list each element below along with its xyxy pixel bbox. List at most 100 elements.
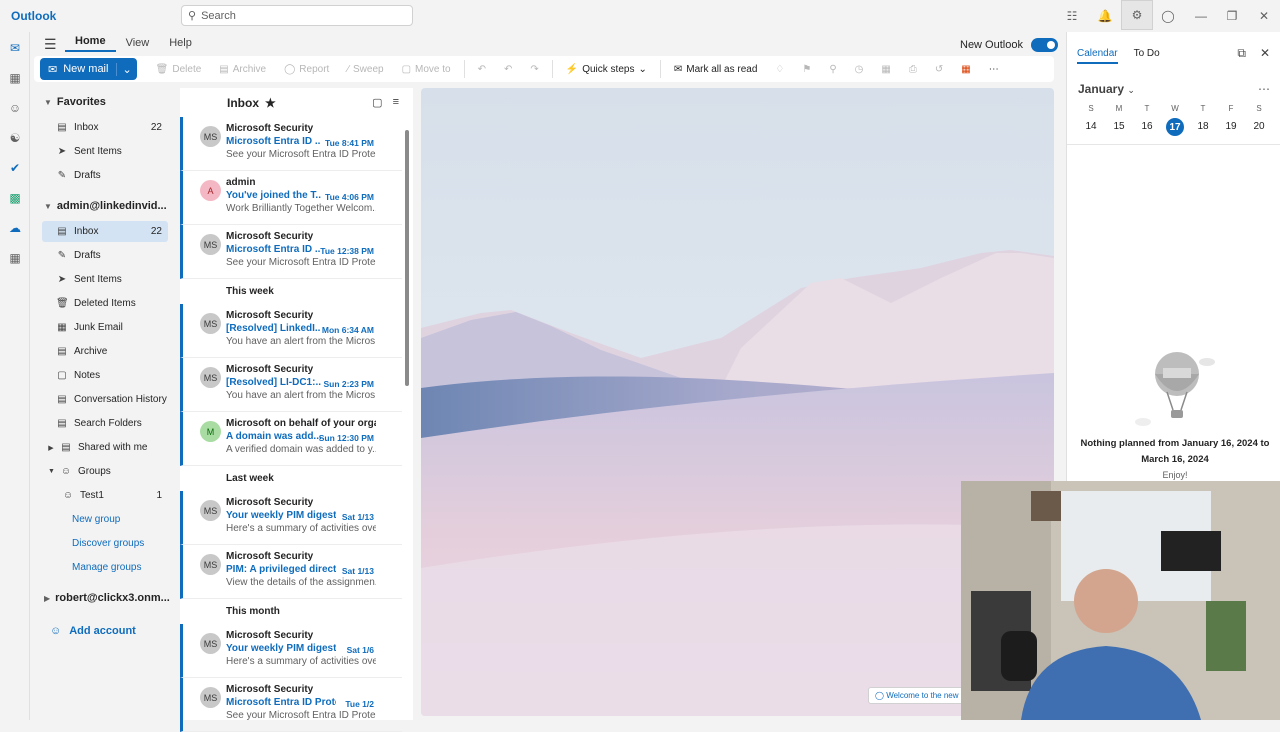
todo-icon[interactable]: ✔ [6, 159, 24, 177]
report-button[interactable]: ◯ Report [275, 64, 338, 75]
bookings-icon[interactable]: ▩ [6, 189, 24, 207]
forward-button[interactable]: ↷ [521, 64, 547, 75]
message-item[interactable]: MS Microsoft Security PIM: A privileged … [180, 545, 402, 599]
mail-icon[interactable]: ✉ [6, 39, 24, 57]
desert-background-image [421, 88, 1054, 716]
tag-button[interactable]: ♢ [766, 64, 793, 75]
restore-icon[interactable]: ❐ [1222, 6, 1242, 26]
message-item[interactable]: MS Microsoft Security Microsoft Entra ID… [180, 225, 402, 279]
pin-button[interactable]: ⚲ [820, 64, 845, 75]
star-icon[interactable]: ★ [265, 96, 276, 110]
delete-button[interactable]: 🗑 Delete [147, 64, 211, 75]
lightbulb-icon[interactable]: ◯ [1158, 6, 1178, 26]
rules-button[interactable]: ▦ [872, 64, 899, 75]
apps-button[interactable]: ▦ [952, 64, 979, 75]
pop-out-icon[interactable]: ⧉ [1237, 46, 1246, 61]
archive-button[interactable]: ▤ Archive [210, 64, 275, 75]
filter-icon[interactable]: ≡ [393, 96, 399, 109]
folder-inbox[interactable]: ▤ Inbox 22 [42, 221, 168, 242]
sweep-button[interactable]: ∕ Sweep [338, 64, 392, 75]
minimize-icon[interactable]: — [1191, 6, 1211, 26]
tab-home[interactable]: Home [65, 35, 116, 52]
manage-groups-link[interactable]: Manage groups [42, 557, 168, 578]
favorites-header[interactable]: ▼ Favorites [44, 96, 106, 108]
hamburger-icon[interactable]: ☰ [44, 36, 57, 53]
reply-all-button[interactable]: ↶ [495, 64, 521, 75]
apps-icon[interactable]: ▦ [6, 249, 24, 267]
undo-button[interactable]: ↺ [926, 64, 952, 75]
month-selector[interactable]: January ⌄ [1078, 82, 1135, 96]
date-cell[interactable]: 19 [1217, 121, 1245, 136]
date-cell[interactable]: 18 [1189, 121, 1217, 136]
discover-groups-link[interactable]: Discover groups [42, 533, 168, 554]
chevron-down-icon[interactable]: ⌄ [117, 63, 136, 76]
bell-icon[interactable]: 🔔 [1095, 6, 1115, 26]
group-test1[interactable]: ☺ Test1 1 [42, 485, 168, 506]
gear-icon[interactable]: ⚙ [1121, 0, 1153, 30]
my-day-icon[interactable]: ☷ [1062, 6, 1082, 26]
account-header[interactable]: ▼ admin@linkedinvid... [44, 200, 167, 212]
onedrive-icon[interactable]: ☁ [6, 219, 24, 237]
move-to-button[interactable]: ▢ Move to [393, 64, 460, 75]
message-item[interactable]: MS Microsoft Security Your weekly PIM di… [180, 624, 402, 678]
select-icon[interactable]: ▢ [372, 96, 382, 109]
folder-conversation-history[interactable]: ▤ Conversation History [42, 389, 168, 410]
message-item[interactable]: MS Microsoft Security Microsoft Entra ID… [180, 678, 402, 732]
fav-drafts[interactable]: ✎ Drafts [42, 165, 168, 186]
message-item[interactable]: A admin You've joined the T... Tue 4:06 … [180, 171, 402, 225]
print-button[interactable]: ⎙ [900, 64, 926, 75]
message-list-scrollbar[interactable] [405, 130, 409, 386]
date-cell[interactable]: 20 [1245, 121, 1273, 136]
folder-shared-with-me[interactable]: ▶ ▤ Shared with me [42, 437, 168, 458]
tab-todo[interactable]: To Do [1134, 48, 1160, 64]
fav-sent-items[interactable]: ➤ Sent Items [42, 141, 168, 162]
close-icon[interactable]: ✕ [1254, 6, 1274, 26]
more-button[interactable]: ⋯ [980, 64, 1008, 75]
folder-junk-email[interactable]: ▦ Junk Email [42, 317, 168, 338]
weekday-label: S [1088, 104, 1094, 113]
folder-sent-items[interactable]: ➤ Sent Items [42, 269, 168, 290]
date-cell[interactable]: 15 [1105, 121, 1133, 136]
search-box[interactable]: ⚲ Search [181, 5, 413, 26]
groups-icon[interactable]: ☯ [6, 129, 24, 147]
date-cell[interactable]: 14 [1077, 121, 1105, 136]
preview: Work Brilliantly Together Welcom... [226, 203, 376, 214]
message-item[interactable]: MS Microsoft Security [Resolved] LinkedI… [180, 304, 402, 358]
weekday-label: F [1228, 104, 1234, 113]
mark-all-read-button[interactable]: ✉ Mark all as read [665, 64, 767, 75]
folder-deleted-items[interactable]: 🗑 Deleted Items [42, 293, 168, 314]
more-icon[interactable]: ⋯ [1258, 82, 1270, 96]
message-item[interactable]: M Microsoft on behalf of your orga... A … [180, 412, 402, 466]
calendar-icon[interactable]: ▦ [6, 69, 24, 87]
toggle-switch[interactable] [1030, 38, 1058, 52]
folder-notes[interactable]: ▢ Notes [42, 365, 168, 386]
folder-search-folders[interactable]: ▤ Search Folders [42, 413, 168, 434]
flag-button[interactable]: ⚑ [793, 64, 820, 75]
close-icon[interactable]: ✕ [1260, 46, 1270, 61]
new-outlook-toggle[interactable]: New Outlook [960, 38, 1058, 52]
new-mail-button[interactable]: ✉ New mail ⌄ [40, 58, 137, 80]
date-cell[interactable]: 16 [1133, 121, 1161, 136]
folder-drafts[interactable]: ✎ Drafts [42, 245, 168, 266]
tab-help[interactable]: Help [159, 37, 202, 49]
tab-view[interactable]: View [116, 37, 160, 49]
note-icon: ▢ [57, 370, 67, 381]
quick-steps-button[interactable]: ⚡ Quick steps ⌄ [557, 64, 656, 75]
reply-button[interactable]: ↶ [469, 64, 495, 75]
message-item[interactable]: MS Microsoft Security Your weekly PIM di… [180, 491, 402, 545]
message-item[interactable]: MS Microsoft Security [Resolved] LI-DC1:… [180, 358, 402, 412]
timestamp: Tue 1/2 [345, 699, 374, 709]
message-item[interactable]: MS Microsoft Security Microsoft Entra ID… [180, 117, 402, 171]
welcome-tip[interactable]: ◯ Welcome to the new [868, 687, 966, 704]
add-account-button[interactable]: ☺ Add account [50, 625, 136, 637]
folder-groups[interactable]: ▼ ☺ Groups [42, 461, 168, 482]
new-group-link[interactable]: New group [42, 509, 168, 530]
account2-header[interactable]: ▶ robert@clickx3.onm... [44, 592, 170, 604]
snooze-button[interactable]: ◷ [846, 64, 873, 75]
fav-inbox[interactable]: ▤ Inbox 22 [42, 117, 168, 138]
people-icon[interactable]: ☺ [6, 99, 24, 117]
date-cell-today[interactable]: 17 [1166, 118, 1184, 136]
unread-count: 22 [150, 122, 162, 133]
tab-calendar[interactable]: Calendar [1077, 48, 1118, 64]
folder-archive[interactable]: ▤ Archive [42, 341, 168, 362]
